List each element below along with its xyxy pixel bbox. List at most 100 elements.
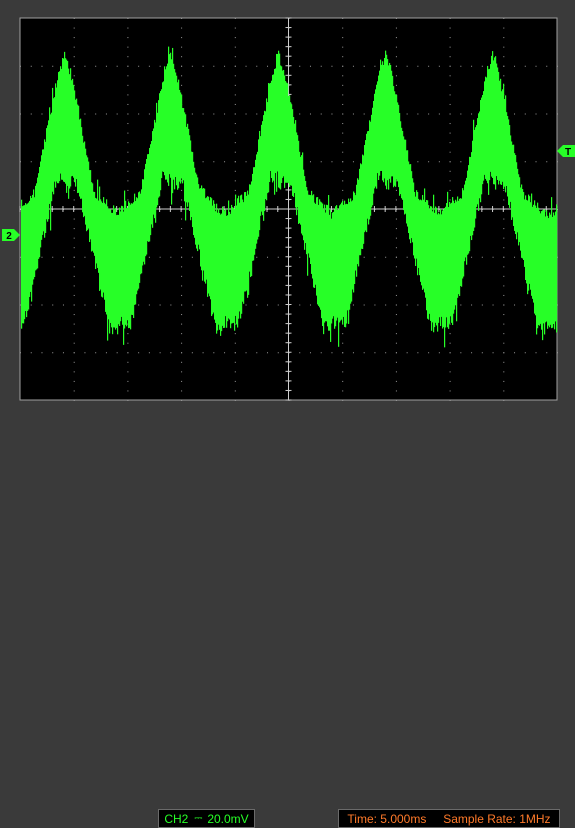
grid-dot (127, 103, 129, 105)
grid-dot (395, 56, 397, 58)
grid-dot (181, 237, 183, 239)
grid-dot (202, 304, 204, 306)
grid-dot (331, 352, 333, 354)
grid-dot (245, 65, 247, 67)
grid-dot (471, 352, 473, 354)
grid-dot (127, 56, 129, 58)
grid-dot (116, 65, 118, 67)
grid-dot (234, 123, 236, 125)
grid-dot (342, 27, 344, 29)
grid-dot (503, 400, 505, 401)
grid-dot (267, 352, 269, 354)
grid-dot (181, 27, 183, 29)
grid-dot (395, 228, 397, 230)
grid-dot (234, 37, 236, 39)
grid-dot (127, 84, 129, 86)
grid-dot (503, 361, 505, 363)
grid-dot (127, 170, 129, 172)
grid-dot (159, 352, 161, 354)
grid-dot (245, 304, 247, 306)
grid-dot (320, 352, 322, 354)
channel-info-box[interactable]: CH2 ⎓ 20.0mV (158, 809, 255, 828)
grid-dot (503, 266, 505, 268)
grid-dot (449, 323, 451, 325)
grid-dot (460, 304, 462, 306)
grid-dot (181, 199, 183, 201)
grid-dot (449, 75, 451, 77)
grid-dot (138, 65, 140, 67)
grid-dot (234, 170, 236, 172)
grid-dot (73, 342, 75, 344)
grid-dot (191, 65, 193, 67)
grid-dot (138, 113, 140, 115)
grid-dot (449, 46, 451, 48)
oscilloscope-screen: 2 T (0, 0, 575, 427)
grid-dot (159, 304, 161, 306)
grid-dot (438, 352, 440, 354)
grid-dot (342, 151, 344, 153)
grid-dot (503, 46, 505, 48)
grid-dot (352, 65, 354, 67)
channel-marker-label: 2 (6, 231, 12, 242)
grid-dot (127, 161, 129, 163)
grid-dot (181, 228, 183, 230)
grid-dot (73, 361, 75, 363)
grid-dot (395, 199, 397, 201)
grid-dot (514, 304, 516, 306)
grid-dot (181, 294, 183, 296)
grid-dot (52, 352, 54, 354)
grid-dot (503, 285, 505, 287)
grid-dot (320, 65, 322, 67)
grid-dot (428, 113, 430, 115)
grid-dot (73, 285, 75, 287)
grid-dot (449, 361, 451, 363)
grid-dot (395, 314, 397, 316)
grid-dot (449, 65, 451, 67)
grid-dot (503, 390, 505, 392)
grid-dot (546, 161, 548, 163)
grid-dot (428, 161, 430, 163)
grid-dot (234, 103, 236, 105)
grid-dot (148, 113, 150, 115)
grid-dot (20, 161, 21, 163)
grid-dot (84, 304, 86, 306)
grid-dot (127, 65, 129, 67)
grid-dot (342, 113, 344, 115)
grid-dot (234, 400, 236, 401)
grid-dot (406, 352, 408, 354)
grid-dot (256, 65, 258, 67)
grid-dot (342, 123, 344, 125)
grid-dot (395, 304, 397, 306)
grid-dot (309, 113, 311, 115)
grid-dot (73, 37, 75, 39)
grid-dot (73, 46, 75, 48)
grid-dot (127, 342, 129, 344)
grid-dot (181, 361, 183, 363)
channel-label: CH2 (164, 811, 189, 826)
grid-dot (277, 256, 279, 258)
grid-dot (395, 46, 397, 48)
grid-dot (20, 256, 21, 258)
grid-dot (73, 256, 75, 258)
timebase-info-box[interactable]: Time: 5.000ms Sample Rate: 1MHz (338, 809, 560, 828)
grid-dot (84, 65, 86, 67)
grid-dot (73, 27, 75, 29)
grid-dot (363, 352, 365, 354)
grid-dot (352, 161, 354, 163)
grid-dot (73, 189, 75, 191)
grid-dot (73, 294, 75, 296)
grid-dot (503, 323, 505, 325)
grid-dot (105, 65, 107, 67)
grid-dot (449, 113, 451, 115)
grid-dot (256, 113, 258, 115)
grid-dot (503, 294, 505, 296)
trace-segment (556, 204, 558, 333)
grid-dot (73, 323, 75, 325)
grid-dot (234, 161, 236, 163)
grid-dot (352, 113, 354, 115)
grid-dot (234, 84, 236, 86)
grid-dot (148, 304, 150, 306)
grid-dot (352, 352, 354, 354)
grid-dot (449, 161, 451, 163)
grid-dot (342, 142, 344, 144)
